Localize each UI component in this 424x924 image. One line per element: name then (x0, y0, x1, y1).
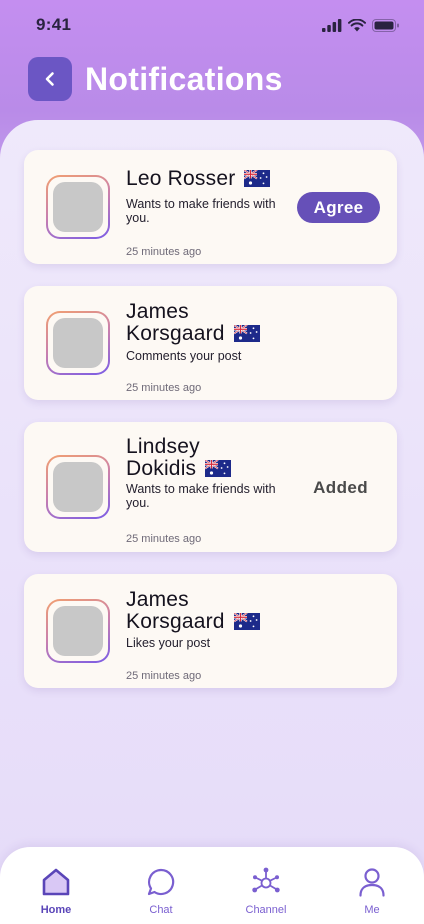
avatar[interactable] (46, 311, 110, 375)
agree-button[interactable]: Agree (297, 192, 380, 223)
notification-time: 25 minutes ago (126, 670, 202, 682)
tab-channel[interactable]: Channel (226, 847, 306, 924)
sender-name-line: Dokidis (126, 457, 197, 480)
status-bar: 9:41 (0, 0, 424, 50)
notification-message: Wants to make friends with you. (126, 482, 276, 510)
sender-name: Lindsey Dokidis (126, 435, 232, 480)
australia-flag-icon (205, 460, 232, 477)
notification-card[interactable]: James Korsgaard Likes your post 25 minut… (24, 574, 397, 688)
avatar[interactable] (46, 175, 110, 239)
notification-card[interactable]: Leo Rosser Wants to make friends with yo… (24, 150, 397, 264)
sender-name: James Korsgaard (126, 589, 260, 633)
avatar-image (53, 606, 103, 656)
back-button[interactable] (28, 57, 72, 101)
australia-flag-icon (233, 613, 260, 630)
sender-name-line: James (126, 300, 189, 323)
notification-time: 25 minutes ago (126, 533, 202, 545)
status-icons (322, 18, 400, 32)
notification-message: Likes your post (126, 636, 211, 650)
notification-card[interactable]: James Korsgaard Comments your post 25 mi… (24, 286, 397, 400)
sender-name: Leo Rosser (126, 167, 271, 190)
tab-me[interactable]: Me (332, 847, 412, 924)
added-status: Added (313, 478, 368, 497)
sender-name-line: Lindsey (126, 435, 200, 458)
avatar[interactable] (46, 455, 110, 519)
avatar-image (53, 318, 103, 368)
sender-name-line: James (126, 588, 189, 611)
tab-label: Home (40, 904, 72, 916)
battery-icon (372, 18, 399, 32)
status-time: 9:41 (36, 15, 72, 34)
chat-icon (147, 868, 175, 896)
channel-icon (252, 867, 280, 893)
notification-card[interactable]: Lindsey Dokidis Wants to make friends wi… (24, 422, 397, 552)
avatar[interactable] (46, 599, 110, 663)
signal-icon (322, 18, 342, 32)
sender-name-line: Korsgaard (126, 610, 225, 633)
australia-flag-icon (244, 170, 271, 187)
tab-home[interactable]: Home (16, 847, 96, 924)
avatar-image (53, 182, 103, 232)
sender-name-line: Korsgaard (126, 322, 225, 345)
notification-message: Wants to make friends with you. (126, 197, 276, 225)
tab-label: Me (364, 904, 380, 916)
notification-time: 25 minutes ago (126, 246, 202, 258)
avatar-image (53, 462, 103, 512)
sender-name-line: Leo Rosser (126, 167, 236, 190)
home-icon (42, 868, 70, 896)
notification-time: 25 minutes ago (126, 382, 202, 394)
page-title: Notifications (85, 60, 283, 97)
user-icon (359, 868, 385, 897)
header: Notifications (28, 57, 283, 101)
wifi-icon (348, 18, 366, 31)
tab-label: Channel (245, 904, 287, 916)
tab-bar: Home Chat Channel Me (0, 847, 424, 924)
tab-chat[interactable]: Chat (121, 847, 201, 924)
sender-name: James Korsgaard (126, 301, 260, 345)
australia-flag-icon (233, 325, 260, 342)
tab-label: Chat (149, 904, 173, 916)
chevron-left-icon (45, 72, 54, 86)
notification-message: Comments your post (126, 349, 242, 363)
